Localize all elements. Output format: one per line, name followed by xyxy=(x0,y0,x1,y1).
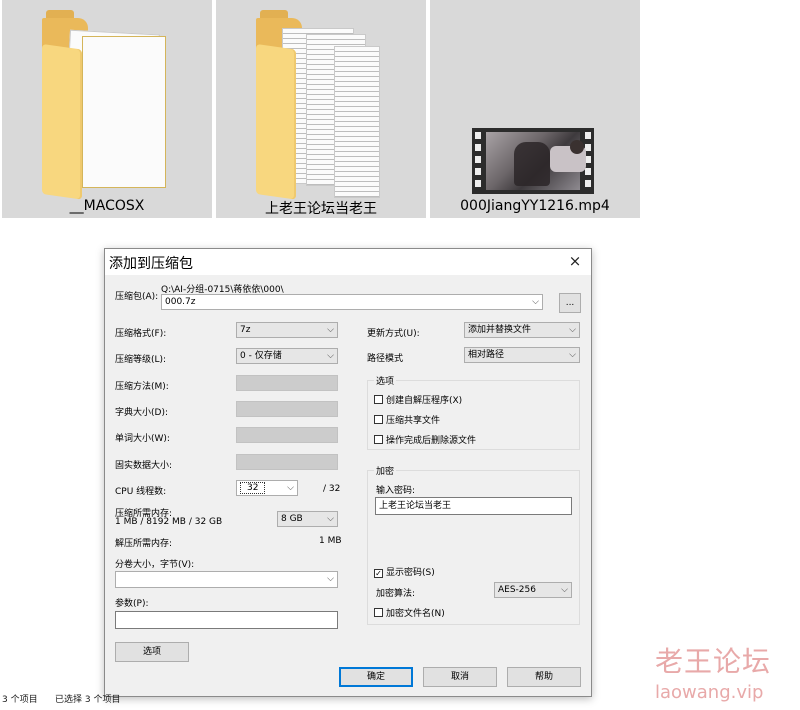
password-label: 输入密码: xyxy=(376,486,416,496)
method-label: 压缩方法(M): xyxy=(115,382,169,392)
file-name: 上老王论坛当老王 xyxy=(265,201,377,217)
watermark-en: laowang.vip xyxy=(655,682,764,703)
update-select[interactable]: 添加并替换文件 ⌵ xyxy=(464,322,580,338)
chevron-down-icon: ⌵ xyxy=(327,325,334,335)
add-to-archive-dialog: 添加到压缩包 × 压缩包(A): Q:\AI-分组-0715\蒋依依\000\ … xyxy=(104,248,592,697)
cpu-total: / 32 xyxy=(323,484,341,494)
update-value: 添加并替换文件 xyxy=(468,325,532,335)
format-select[interactable]: 7z ⌵ xyxy=(236,322,338,338)
file-name: __MACOSX xyxy=(69,198,145,214)
dialog-title: 添加到压缩包 xyxy=(109,256,193,272)
cpu-value: 32 xyxy=(240,482,266,494)
mem-detail: 1 MB / 8192 MB / 32 GB xyxy=(115,517,223,527)
status-selected-count: 已选择 3 个项目 xyxy=(55,695,121,705)
dialog-titlebar: 添加到压缩包 × xyxy=(105,249,591,275)
ok-button[interactable]: 确定 xyxy=(339,667,413,687)
encrypt-group-title: 加密 xyxy=(374,464,397,477)
chevron-down-icon: ⌵ xyxy=(327,514,334,524)
split-size-combo[interactable]: ⌵ xyxy=(115,571,338,588)
watermark-cn: 老王论坛 xyxy=(655,645,772,678)
params-input[interactable] xyxy=(115,611,338,629)
show-password-checkbox[interactable]: ✓ 显示密码(S) xyxy=(374,565,435,578)
video-thumbnail xyxy=(472,128,594,194)
encrypt-group: 加密 输入密码: 上老王论坛当老王 ✓ 显示密码(S) 加密算法: AES-256… xyxy=(367,464,580,625)
archive-label: 压缩包(A): xyxy=(115,292,159,302)
mem-select[interactable]: 8 GB ⌵ xyxy=(277,511,338,527)
path-mode-select[interactable]: 相对路径 ⌵ xyxy=(464,347,580,363)
params-label: 参数(P): xyxy=(115,599,149,609)
shared-label: 压缩共享文件 xyxy=(386,416,441,426)
dict-select[interactable] xyxy=(236,401,338,417)
format-label: 压缩格式(F): xyxy=(115,329,167,339)
archive-name-combo[interactable]: 000.7z ⌵ xyxy=(161,294,543,310)
chevron-down-icon: ⌵ xyxy=(561,585,568,595)
level-value: 0 - 仅存储 xyxy=(240,351,282,361)
dict-label: 字典大小(D): xyxy=(115,408,168,418)
algo-label: 加密算法: xyxy=(376,589,416,599)
decomp-label: 解压所需内存: xyxy=(115,539,173,549)
close-icon[interactable]: × xyxy=(567,252,583,270)
solid-label: 固实数据大小: xyxy=(115,461,173,471)
options-button[interactable]: 选项 xyxy=(115,642,189,662)
options-group: 选项 创建自解压程序(X) 压缩共享文件 操作完成后删除源文件 xyxy=(367,374,580,450)
encrypt-names-checkbox[interactable]: 加密文件名(N) xyxy=(374,606,445,619)
chevron-down-icon: ⌵ xyxy=(569,350,576,360)
password-value: 上老王论坛当老王 xyxy=(379,501,452,511)
watermark: 老王论坛 laowang.vip xyxy=(655,640,795,703)
update-label: 更新方式(U): xyxy=(367,329,420,339)
help-button[interactable]: 帮助 xyxy=(507,667,581,687)
shared-checkbox[interactable]: 压缩共享文件 xyxy=(374,413,440,426)
level-select[interactable]: 0 - 仅存储 ⌵ xyxy=(236,348,338,364)
file-tile-folder[interactable]: 上老王论坛当老王 xyxy=(216,0,426,218)
delete-checkbox[interactable]: 操作完成后删除源文件 xyxy=(374,433,476,446)
decomp-value: 1 MB xyxy=(319,536,342,546)
options-group-title: 选项 xyxy=(374,374,397,387)
mem-value: 8 GB xyxy=(281,514,303,524)
chevron-down-icon[interactable]: ⌵ xyxy=(327,572,334,586)
solid-select[interactable] xyxy=(236,454,338,470)
word-select[interactable] xyxy=(236,427,338,443)
method-select[interactable] xyxy=(236,375,338,391)
password-input[interactable]: 上老王论坛当老王 xyxy=(375,497,572,515)
file-name: 000JiangYY1216.mp4 xyxy=(460,198,610,214)
delete-label: 操作完成后删除源文件 xyxy=(386,436,477,446)
algo-select[interactable]: AES-256 ⌵ xyxy=(494,582,572,598)
sfx-label: 创建自解压程序(X) xyxy=(386,396,463,406)
path-mode-label: 路径模式 xyxy=(367,354,404,364)
show-password-label: 显示密码(S) xyxy=(386,568,435,578)
status-item-count: 3 个项目 xyxy=(2,695,38,705)
chevron-down-icon: ⌵ xyxy=(569,325,576,335)
format-value: 7z xyxy=(240,325,251,335)
cancel-button[interactable]: 取消 xyxy=(423,667,497,687)
level-label: 压缩等级(L): xyxy=(115,355,167,365)
path-mode-value: 相对路径 xyxy=(468,350,505,360)
sfx-checkbox[interactable]: 创建自解压程序(X) xyxy=(374,393,462,406)
archive-name-value: 000.7z xyxy=(165,297,196,307)
cpu-select[interactable]: 32 ⌵ xyxy=(236,480,298,496)
cpu-label: CPU 线程数: xyxy=(115,487,167,497)
encrypt-names-label: 加密文件名(N) xyxy=(386,609,445,619)
word-label: 单词大小(W): xyxy=(115,434,170,444)
split-label: 分卷大小，字节(V): xyxy=(115,560,195,570)
chevron-down-icon: ⌵ xyxy=(327,351,334,361)
chevron-down-icon[interactable]: ⌵ xyxy=(532,295,539,309)
chevron-down-icon: ⌵ xyxy=(287,483,294,493)
file-tile-macosx[interactable]: __MACOSX xyxy=(2,0,212,218)
browse-button[interactable]: ... xyxy=(559,293,581,313)
algo-value: AES-256 xyxy=(498,585,536,595)
